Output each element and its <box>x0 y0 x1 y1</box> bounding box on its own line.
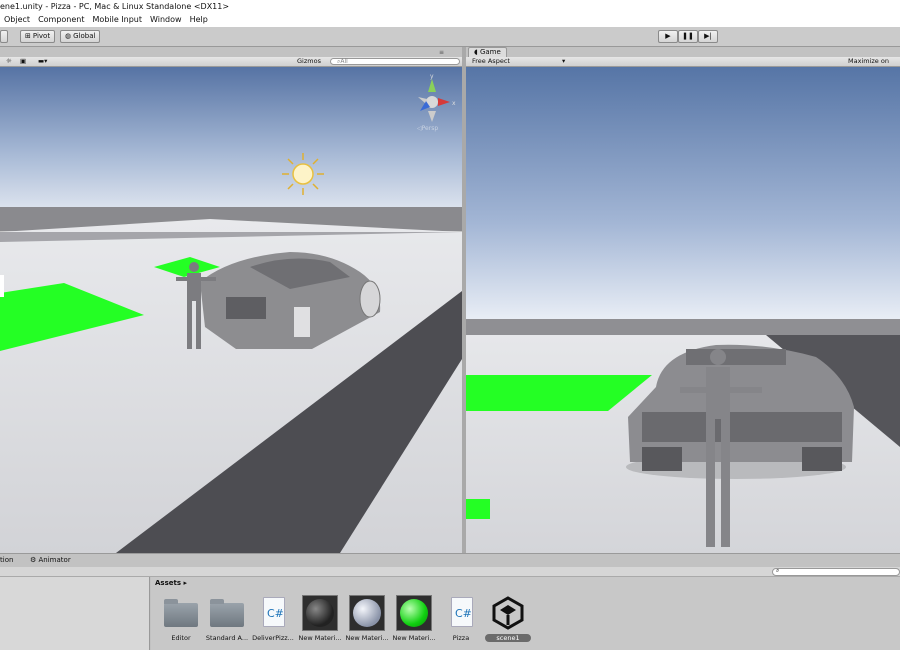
tab-game[interactable]: ◖ Game <box>468 47 507 57</box>
assets-breadcrumb[interactable]: Assets ▸ <box>155 579 187 587</box>
globe-icon: ◍ <box>65 32 72 40</box>
scene-render: y x <box>0 67 462 553</box>
folder-icon <box>210 599 244 627</box>
csharp-script-icon: C# <box>263 597 285 627</box>
pause-button[interactable]: ❚❚ <box>678 30 698 43</box>
search-icon: ⌕ <box>776 567 780 574</box>
menu-window[interactable]: Window <box>146 13 186 27</box>
asset-item[interactable]: New Materi... <box>392 595 436 642</box>
project-tree[interactable] <box>0 577 150 650</box>
game-view <box>466 67 900 553</box>
pivot-icon: ⊞ <box>25 32 31 40</box>
step-button[interactable]: ▶| <box>698 30 718 43</box>
assets-pane: Assets ▸ Editor Standard A... C# Deliver… <box>151 577 900 650</box>
animator-icon: ⚙ <box>30 556 37 564</box>
gizmos-dropdown[interactable]: Gizmos <box>297 57 321 66</box>
asset-item[interactable]: Editor <box>159 595 203 642</box>
asset-item[interactable]: Standard A... <box>205 595 249 642</box>
tab-animation[interactable]: tion <box>0 554 13 567</box>
project-toolbar: ⌕ <box>0 567 900 577</box>
pause-icon: ❚❚ <box>682 32 694 40</box>
material-icon <box>349 595 385 631</box>
scene-view[interactable]: y x ◁Persp <box>0 67 462 553</box>
global-button[interactable]: ◍ Global <box>60 30 101 43</box>
audio-icon[interactable]: ▣ <box>20 57 26 66</box>
scene-search-input[interactable]: ⌕All <box>330 58 460 65</box>
panel-menu-icon[interactable]: ≡ <box>439 49 444 56</box>
project-search-input[interactable]: ⌕ <box>772 567 900 576</box>
main-toolbar: ⊞ Pivot ◍ Global ▶ ❚❚ ▶| <box>0 27 900 47</box>
menu-bar: Object Component Mobile Input Window Hel… <box>0 13 900 27</box>
pivot-button[interactable]: ⊞ Pivot <box>20 30 56 43</box>
chevron-down-icon: ▾ <box>562 57 566 65</box>
persp-label: ◁Persp <box>417 125 439 132</box>
asset-item[interactable]: C# Pizza <box>439 595 483 642</box>
chevron-right-icon: ▸ <box>183 579 187 587</box>
effects-icon[interactable]: ▬▾ <box>38 57 47 66</box>
play-icon: ▶ <box>665 32 671 40</box>
menu-help[interactable]: Help <box>186 13 212 27</box>
game-tab-row: ◖ Game <box>466 47 900 57</box>
tab-animator[interactable]: ⚙ Animator <box>30 554 71 567</box>
svg-text:y: y <box>430 73 434 80</box>
csharp-script-icon: C# <box>451 597 473 627</box>
scale-tool-button[interactable] <box>0 30 8 43</box>
step-icon: ▶| <box>704 32 712 40</box>
asset-item[interactable]: C# DeliverPizz... <box>251 595 295 642</box>
game-render <box>466 67 900 553</box>
svg-text:x: x <box>452 100 456 107</box>
asset-item[interactable]: scene1 <box>485 595 531 642</box>
asset-item[interactable]: New Materi... <box>298 595 342 642</box>
folder-icon <box>164 599 198 627</box>
game-toolbar: Free Aspect ▾ Maximize on Pla <box>466 57 900 74</box>
scene-tab-row: ≡ <box>0 47 462 57</box>
asset-item[interactable]: New Materi... <box>345 595 389 642</box>
play-button[interactable]: ▶ <box>658 30 678 43</box>
aspect-dropdown[interactable]: Free Aspect <box>472 57 510 66</box>
material-icon <box>396 595 432 631</box>
menu-gameobject[interactable]: Object <box>0 13 34 27</box>
unity-scene-icon <box>490 595 526 631</box>
menu-component[interactable]: Component <box>34 13 88 27</box>
material-icon <box>302 595 338 631</box>
window-title: ene1.unity - Pizza - PC, Mac & Linux Sta… <box>0 0 900 13</box>
sun-icon <box>282 153 324 195</box>
game-tab-icon: ◖ <box>474 48 478 56</box>
lighting-icon[interactable]: ☼ <box>6 57 12 66</box>
scene-toolbar: ☼ ▣ ▬▾ Gizmos ⌕All <box>0 57 462 67</box>
menu-mobile-input[interactable]: Mobile Input <box>89 13 147 27</box>
bottom-tab-row: tion ⚙ Animator <box>0 553 900 567</box>
